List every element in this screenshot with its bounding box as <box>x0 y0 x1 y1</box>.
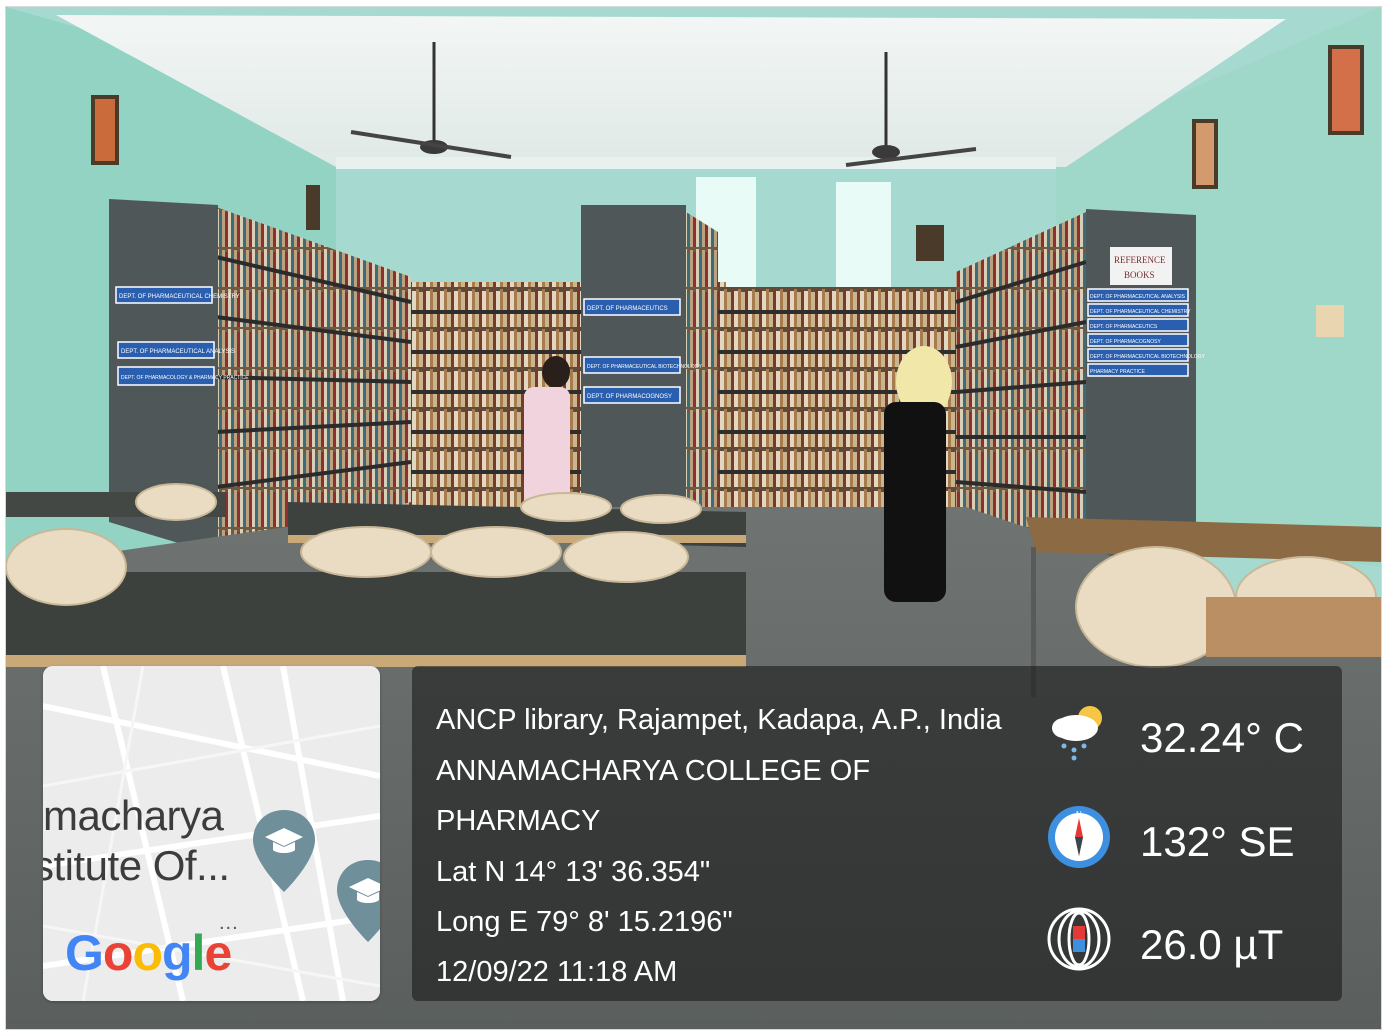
compass-icon: N <box>1048 806 1110 868</box>
magnetic-field-value: 26.0 µT <box>1140 921 1284 968</box>
middle-sign-1: DEPT. OF PHARMACEUTICS <box>587 306 668 312</box>
longitude-text: Long E 79° 8' 15.2196" <box>436 906 733 938</box>
weather-cloud-sun-icon <box>1052 706 1102 761</box>
middle-sign-3: DEPT. OF PHARMACOGNOSY <box>587 394 672 400</box>
college-name-line1: ANNAMACHARYA COLLEGE OF <box>436 755 871 787</box>
right-sign-5: DEPT. OF PHARMACEUTICAL BIOTECHNOLOGY <box>1090 354 1205 360</box>
temperature-value: 32.24° C <box>1140 714 1304 761</box>
graduation-cap-pin-icon-2 <box>337 860 380 942</box>
right-sign-4: DEPT. OF PHARMACOGNOSY <box>1090 339 1162 345</box>
direction-value: 132° SE <box>1140 818 1295 865</box>
photo-frame: DEPT. OF PHARMACEUTICAL CHEMISTRY DEPT. … <box>5 6 1382 1030</box>
map-place-label-line1: macharya <box>43 792 224 839</box>
left-sign-3: DEPT. OF PHARMACOLOGY & PHARMACY PRACTIC… <box>121 375 249 381</box>
datetime-text: 12/09/22 11:18 AM <box>436 956 678 988</box>
right-sign-2: DEPT. OF PHARMACEUTICAL CHEMISTRY <box>1090 309 1191 315</box>
geotag-info-panel: ANCP library, Rajampet, Kadapa, A.P., In… <box>412 666 1342 1001</box>
reference-title-1: REFERENCE <box>1114 255 1166 265</box>
right-sign-1: DEPT. OF PHARMACEUTICAL ANALYSIS <box>1090 294 1186 300</box>
college-name-line2: PHARMACY <box>436 805 601 837</box>
left-sign-1: DEPT. OF PHARMACEUTICAL CHEMISTRY <box>119 294 240 300</box>
right-sign-3: DEPT. OF PHARMACEUTICS <box>1090 324 1158 330</box>
middle-sign-2: DEPT. OF PHARMACEUTICAL BIOTECHNOLOGY <box>587 364 702 370</box>
right-sign-6: PHARMACY PRACTICE <box>1090 369 1146 375</box>
svg-text:N: N <box>1076 810 1082 819</box>
reference-title-2: BOOKS <box>1124 270 1155 280</box>
google-logo: Google <box>65 925 232 981</box>
graduation-cap-pin-icon <box>253 810 315 892</box>
left-sign-2: DEPT. OF PHARMACEUTICAL ANALYSIS <box>121 349 235 355</box>
magnet-field-icon <box>1047 907 1111 971</box>
latitude-text: Lat N 14° 13' 36.354" <box>436 856 711 888</box>
map-place-label-line2: stitute Of... <box>43 842 230 889</box>
location-text: ANCP library, Rajampet, Kadapa, A.P., In… <box>436 704 1002 736</box>
map-thumbnail[interactable]: macharya stitute Of... ... Google <box>43 666 380 1001</box>
